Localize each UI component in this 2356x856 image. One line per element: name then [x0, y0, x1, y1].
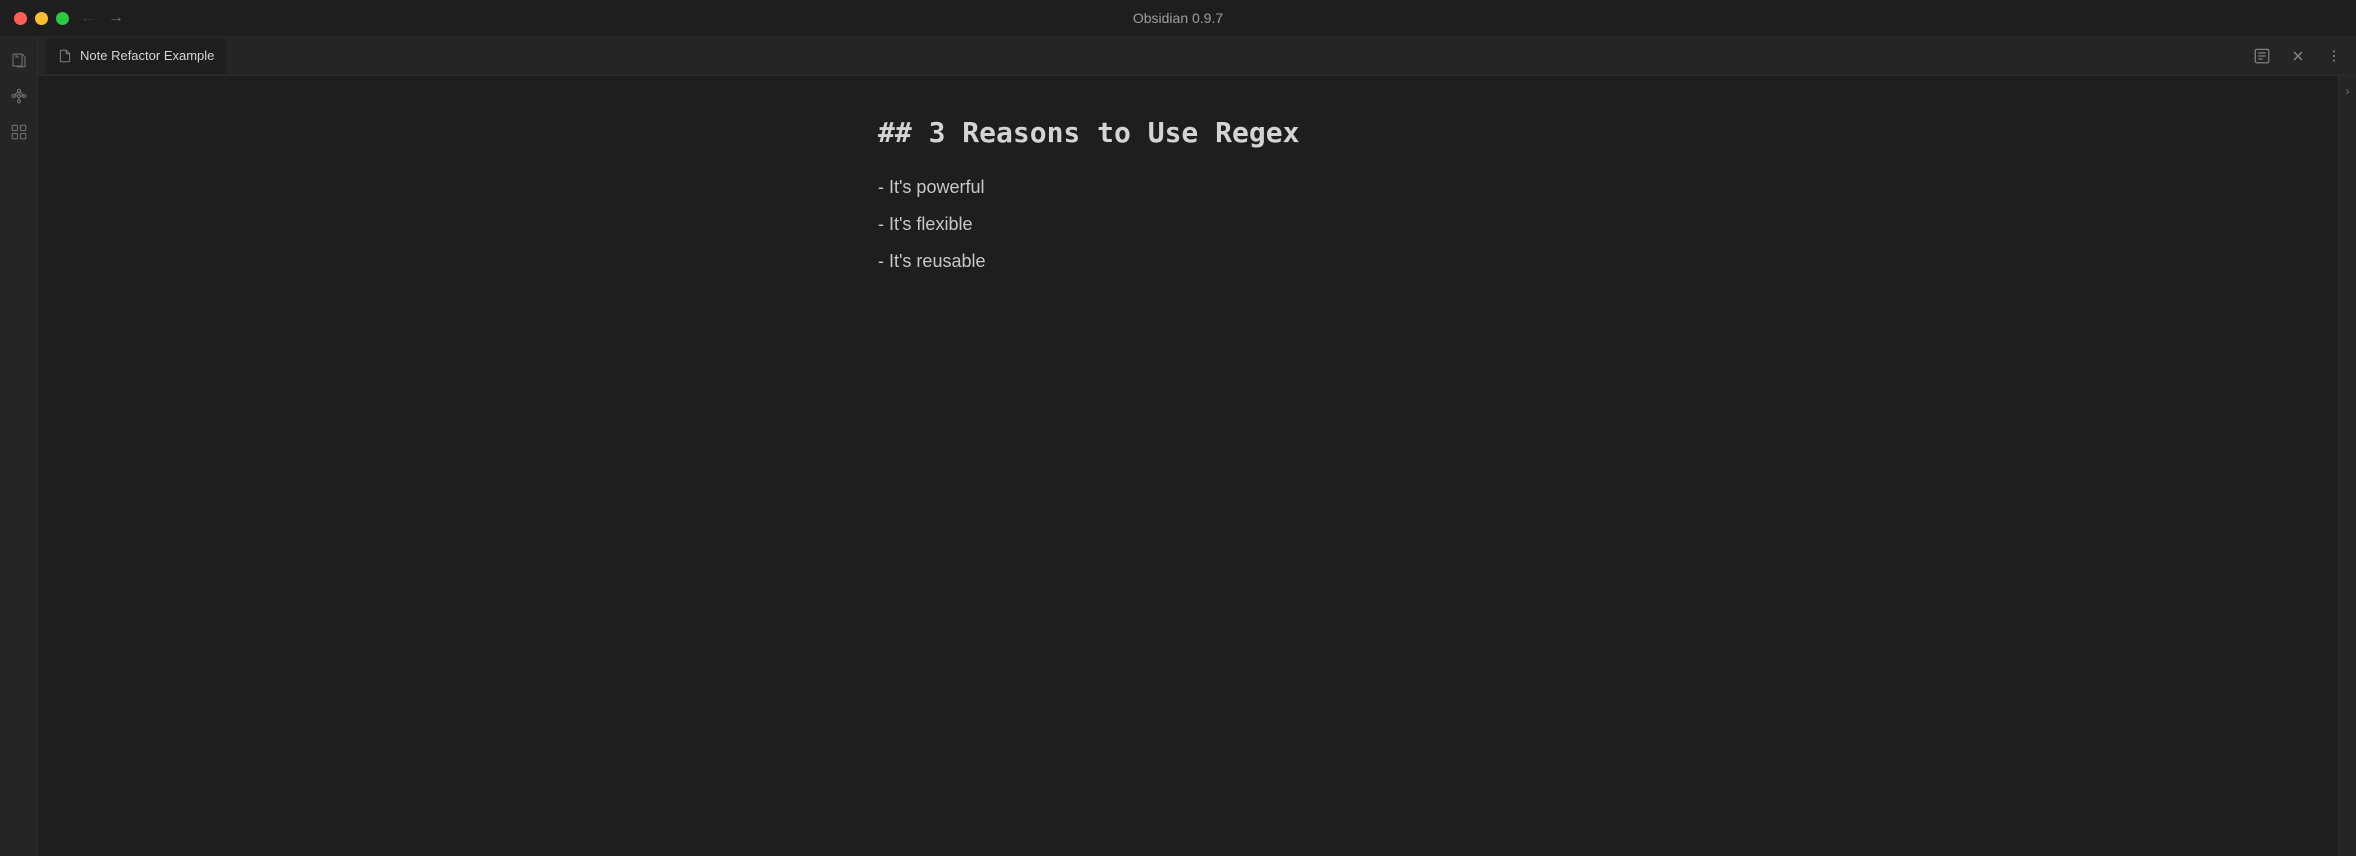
- left-sidebar: [0, 36, 38, 856]
- more-options-button[interactable]: [2320, 42, 2348, 70]
- list-item-2: - It's reusable: [878, 251, 1498, 272]
- traffic-light-red[interactable]: [14, 12, 27, 25]
- traffic-light-green[interactable]: [56, 12, 69, 25]
- app-body: Note Refactor Example: [0, 36, 2356, 856]
- doc-heading: ## 3 Reasons to Use Regex: [878, 116, 1498, 149]
- reading-view-button[interactable]: [2248, 42, 2276, 70]
- title-bar: ← → Obsidian 0.9.7: [0, 0, 2356, 36]
- forward-button[interactable]: →: [108, 9, 124, 27]
- main-content: Note Refactor Example: [38, 36, 2356, 856]
- editor-inner: ## 3 Reasons to Use Regex - It's powerfu…: [838, 116, 1538, 816]
- tab-label: Note Refactor Example: [80, 48, 214, 63]
- list-item-1: - It's flexible: [878, 214, 1498, 235]
- document-icon: [58, 49, 72, 63]
- close-button[interactable]: [2284, 42, 2312, 70]
- title-bar-nav: ← →: [80, 9, 124, 27]
- active-tab[interactable]: Note Refactor Example: [46, 38, 226, 74]
- tab-bar: Note Refactor Example: [38, 36, 2356, 76]
- list-item-0: - It's powerful: [878, 177, 1498, 198]
- grid-icon: [10, 123, 28, 141]
- files-icon: [10, 51, 28, 69]
- right-sidebar-toggle[interactable]: ›: [2346, 84, 2350, 98]
- toolbar-actions: [2248, 42, 2348, 70]
- app-title: Obsidian 0.9.7: [1133, 10, 1223, 26]
- traffic-lights: [14, 12, 69, 25]
- more-options-icon: [2326, 48, 2342, 64]
- reading-view-icon: [2253, 47, 2271, 65]
- doc-list: - It's powerful - It's flexible - It's r…: [878, 177, 1498, 272]
- back-button[interactable]: ←: [80, 9, 96, 27]
- traffic-light-yellow[interactable]: [35, 12, 48, 25]
- sidebar-item-graph[interactable]: [3, 80, 35, 112]
- graph-icon: [10, 87, 28, 105]
- content-wrapper: ## 3 Reasons to Use Regex - It's powerfu…: [38, 76, 2356, 856]
- editor-area[interactable]: ## 3 Reasons to Use Regex - It's powerfu…: [38, 76, 2338, 856]
- close-icon: [2290, 48, 2306, 64]
- sidebar-item-grid[interactable]: [3, 116, 35, 148]
- right-sidebar: ›: [2338, 76, 2356, 856]
- sidebar-item-files[interactable]: [3, 44, 35, 76]
